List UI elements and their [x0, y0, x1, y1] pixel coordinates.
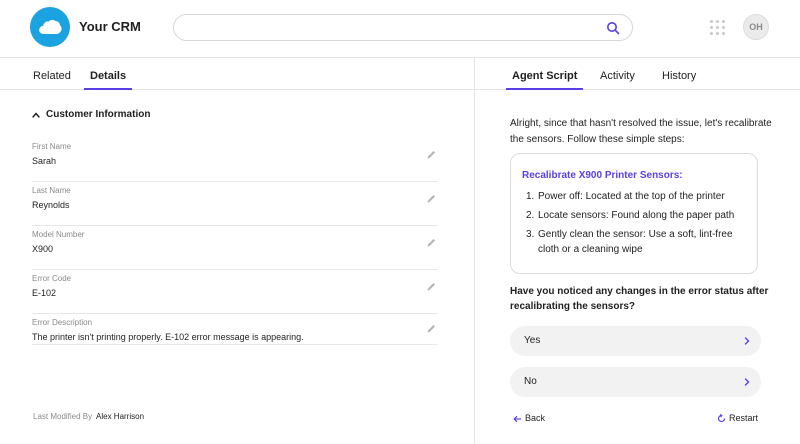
field-label: First Name	[32, 142, 72, 151]
answer-no-button[interactable]: No	[510, 367, 761, 397]
tab-related[interactable]: Related	[33, 70, 71, 88]
field-label: Error Code	[32, 274, 72, 283]
field-error-code: Error Code E-102	[32, 274, 437, 314]
field-value: The printer isn't printing properly. E-1…	[32, 332, 304, 342]
field-first-name: First Name Sarah	[32, 142, 437, 182]
last-modified-label: Last Modified By	[33, 412, 93, 421]
apps-grid-icon[interactable]	[710, 20, 726, 36]
details-panel: Related Details Customer Information Fir…	[0, 58, 474, 444]
script-question: Have you noticed any changes in the erro…	[510, 286, 769, 312]
right-tab-bar: Agent Script Activity History	[475, 58, 800, 90]
script-intro: Alright, since that hasn't resolved the …	[510, 118, 772, 145]
back-button[interactable]: Back	[513, 413, 545, 423]
pencil-icon[interactable]	[426, 193, 437, 204]
field-value: E-102	[32, 288, 57, 298]
arrow-left-icon	[513, 415, 521, 422]
chevron-up-icon[interactable]	[32, 112, 40, 118]
field-error-description: Error Description The printer isn't prin…	[32, 318, 437, 345]
left-tab-bar: Related Details	[0, 58, 474, 90]
search-icon[interactable]	[606, 21, 620, 35]
answer-label: No	[524, 376, 537, 387]
steps-title: Recalibrate X900 Printer Sensors:	[522, 170, 683, 181]
user-avatar[interactable]: OH	[743, 14, 769, 40]
search-input[interactable]	[188, 19, 598, 37]
restart-button[interactable]: Restart	[717, 413, 758, 423]
pencil-icon[interactable]	[426, 149, 437, 160]
field-label: Model Number	[32, 230, 85, 239]
pencil-icon[interactable]	[426, 323, 437, 334]
field-last-name: Last Name Reynolds	[32, 186, 437, 226]
back-label: Back	[525, 413, 546, 423]
tab-details[interactable]: Details	[84, 70, 133, 90]
tab-agent-script[interactable]: Agent Script	[506, 70, 584, 90]
list-item: 3. Gently clean the sensor: Use a soft, l…	[526, 229, 733, 255]
field-value: Sarah	[32, 156, 57, 166]
chevron-right-icon	[744, 337, 750, 345]
pencil-icon[interactable]	[426, 281, 437, 292]
field-value: X900	[32, 244, 54, 254]
section-title-customer-info[interactable]: Customer Information	[46, 109, 150, 120]
agent-script-panel: Agent Script Activity History Alright, s…	[475, 58, 800, 444]
tab-activity[interactable]: Activity	[600, 70, 635, 88]
search-bar[interactable]	[173, 14, 633, 41]
field-model-number: Model Number X900	[32, 230, 437, 270]
app-header: Your CRM OH	[0, 0, 800, 58]
steps-card: Recalibrate X900 Printer Sensors: 1. Powe…	[510, 153, 758, 274]
field-value: Reynolds	[32, 200, 70, 210]
tab-history[interactable]: History	[662, 70, 696, 88]
answer-label: Yes	[524, 335, 541, 346]
chevron-right-icon	[744, 378, 750, 386]
field-label: Last Name	[32, 186, 71, 195]
app-title: Your CRM	[79, 19, 141, 34]
restart-icon	[717, 414, 726, 423]
pencil-icon[interactable]	[426, 237, 437, 248]
field-label: Error Description	[32, 318, 93, 327]
list-item: 1. Power off: Located at the top of the p…	[526, 191, 725, 202]
last-modified-name: Alex Harrison	[96, 412, 145, 421]
list-item: 2. Locate sensors: Found along the paper …	[526, 210, 735, 221]
steps-list: 1. Power off: Located at the top of the p…	[526, 189, 754, 261]
app-logo[interactable]	[30, 7, 70, 47]
restart-label: Restart	[729, 413, 759, 423]
cloud-icon	[39, 19, 62, 34]
answer-yes-button[interactable]: Yes	[510, 326, 761, 356]
